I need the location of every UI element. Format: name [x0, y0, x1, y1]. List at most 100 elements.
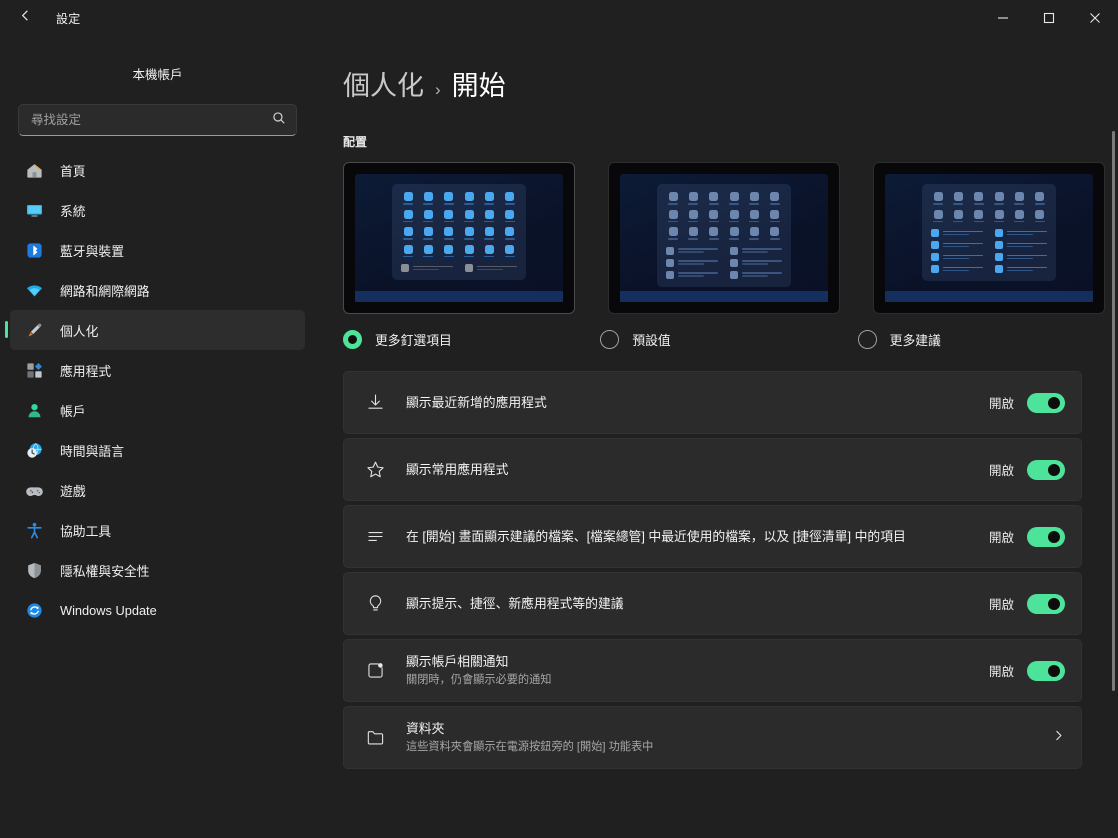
sidebar-item-2[interactable]: 藍牙與裝置: [10, 230, 305, 270]
sidebar: 本機帳戶 首頁系統藍牙與裝置網路和網際網路個人化應用程式帳戶時間與語言遊戲協助工…: [0, 36, 315, 838]
sidebar-item-5[interactable]: 應用程式: [10, 350, 305, 390]
search-input[interactable]: [31, 113, 272, 127]
chevron-right-icon[interactable]: [1052, 729, 1065, 747]
search-box[interactable]: [18, 104, 297, 136]
breadcrumb-parent[interactable]: 個人化: [343, 64, 424, 103]
system-icon: [24, 200, 44, 220]
setting-control: [1052, 729, 1065, 747]
pinned-app-tile: [686, 227, 700, 240]
privacy-icon: [24, 560, 44, 580]
account-section[interactable]: 本機帳戶: [0, 42, 315, 104]
close-button[interactable]: [1072, 0, 1118, 36]
sidebar-item-10[interactable]: 隱私權與安全性: [10, 550, 305, 590]
folder-icon: [364, 727, 386, 748]
setting-text: 資料夾 這些資料夾會顯示在電源按鈕旁的 [開始] 功能表中: [406, 720, 1038, 755]
setting-control: 開啟: [988, 526, 1065, 547]
recommended-item: [730, 246, 782, 255]
pinned-app-tile: [503, 244, 517, 257]
setting-text: 顯示提示、捷徑、新應用程式等的建議: [406, 595, 975, 612]
sidebar-item-label: 遊戲: [60, 483, 86, 499]
radio-label: 更多建議: [889, 333, 941, 348]
setting-row-0[interactable]: 顯示最近新增的應用程式 開啟: [343, 371, 1082, 434]
lightbulb-icon: [364, 593, 386, 614]
sidebar-item-4[interactable]: 個人化: [5, 310, 305, 350]
minimize-button[interactable]: [980, 0, 1026, 36]
recommended-item: [995, 241, 1047, 249]
sidebar-item-7[interactable]: 時間與語言: [10, 430, 305, 470]
sidebar-item-6[interactable]: 帳戶: [10, 390, 305, 430]
pinned-app-tile: [931, 192, 945, 205]
layout-radio-0[interactable]: 更多釘選項目: [343, 330, 567, 349]
setting-row-2[interactable]: 在 [開始] 畫面顯示建議的檔案、[檔案總管] 中最近使用的檔案，以及 [捷徑清…: [343, 505, 1082, 568]
recommended-item: [465, 264, 517, 272]
sidebar-nav-list: 首頁系統 藍牙與裝置 網路和網際網路個人化應用程式 帳戶時間與語言遊戲協助工具 隱私權與…: [0, 150, 315, 838]
scrollbar[interactable]: [1112, 131, 1115, 791]
maximize-button[interactable]: [1026, 0, 1072, 36]
setting-text: 在 [開始] 畫面顯示建議的檔案、[檔案總管] 中最近使用的檔案，以及 [捷徑清…: [406, 528, 975, 545]
recommended-grid: [931, 229, 1047, 273]
pinned-app-tile: [482, 192, 496, 205]
pinned-app-tile: [421, 227, 435, 240]
pinned-app-tile: [747, 209, 761, 222]
recommended-item: [666, 258, 718, 267]
taskbar-preview: [355, 291, 563, 302]
radio-button[interactable]: [343, 330, 362, 349]
pinned-app-tile: [666, 227, 680, 240]
toggle-switch[interactable]: [1027, 593, 1065, 614]
back-button[interactable]: [8, 3, 42, 33]
toggle-switch[interactable]: [1027, 660, 1065, 681]
pinned-app-tile: [442, 244, 456, 257]
sidebar-item-11[interactable]: Windows Update: [10, 590, 305, 630]
layout-radio-1[interactable]: 預設值: [600, 330, 824, 349]
pinned-app-tile: [442, 209, 456, 222]
scrollbar-thumb[interactable]: [1112, 131, 1115, 691]
toggle-switch[interactable]: [1027, 526, 1065, 547]
pinned-app-tile: [727, 209, 741, 222]
pinned-app-tile: [707, 227, 721, 240]
setting-row-1[interactable]: 顯示常用應用程式 開啟: [343, 438, 1082, 501]
setting-row-4[interactable]: 顯示帳戶相關通知 關閉時，仍會顯示必要的通知 開啟: [343, 639, 1082, 702]
sidebar-item-label: 個人化: [60, 323, 99, 339]
window-controls: [980, 0, 1118, 36]
layout-card-0[interactable]: [343, 162, 575, 314]
layout-card-2[interactable]: [873, 162, 1105, 314]
time-language-icon: [24, 440, 44, 460]
sidebar-item-3[interactable]: 網路和網際網路: [10, 270, 305, 310]
window-body: 本機帳戶 首頁系統藍牙與裝置網路和網際網路個人化應用程式帳戶時間與語言遊戲協助工…: [0, 36, 1118, 838]
layout-card-1[interactable]: [608, 162, 840, 314]
setting-title: 顯示常用應用程式: [406, 461, 509, 477]
radio-label: 預設值: [632, 333, 671, 348]
start-menu-panel: [657, 184, 791, 287]
setting-row-5[interactable]: 資料夾 這些資料夾會顯示在電源按鈕旁的 [開始] 功能表中: [343, 706, 1082, 769]
setting-row-3[interactable]: 顯示提示、捷徑、新應用程式等的建議 開啟: [343, 572, 1082, 635]
sidebar-item-label: 首頁: [60, 163, 86, 179]
pinned-app-tile: [972, 209, 986, 222]
apps-icon: [24, 360, 44, 380]
pinned-app-tile: [462, 244, 476, 257]
bluetooth-icon: [24, 240, 44, 260]
toggle-state-label: 開啟: [988, 531, 1014, 545]
recommended-item: [401, 264, 453, 272]
recommended-item: [666, 270, 718, 279]
toggle-state-label: 開啟: [988, 665, 1014, 679]
sidebar-item-8[interactable]: 遊戲: [10, 470, 305, 510]
account-name: 本機帳戶: [132, 67, 183, 82]
setting-subtitle: 這些資料夾會顯示在電源按鈕旁的 [開始] 功能表中: [406, 741, 654, 754]
start-menu-preview: [620, 174, 828, 302]
sidebar-item-label: 時間與語言: [60, 443, 124, 459]
setting-text: 顯示最近新增的應用程式: [406, 394, 975, 411]
radio-button[interactable]: [857, 330, 877, 349]
pinned-app-tile: [401, 227, 415, 240]
sidebar-item-1[interactable]: 系統: [10, 190, 305, 230]
sidebar-item-0[interactable]: 首頁: [10, 150, 305, 190]
start-menu-panel: [392, 184, 526, 280]
pinned-app-tile: [421, 192, 435, 205]
layout-radio-group: 更多釘選項目 預設值 更多建議: [343, 330, 1082, 349]
toggle-switch[interactable]: [1027, 459, 1065, 480]
toggle-switch[interactable]: [1027, 392, 1065, 413]
setting-title: 顯示最近新增的應用程式: [406, 394, 547, 410]
radio-button[interactable]: [600, 330, 620, 349]
sidebar-item-9[interactable]: 協助工具: [10, 510, 305, 550]
layout-radio-2[interactable]: 更多建議: [857, 330, 1082, 349]
pinned-app-tile: [768, 227, 782, 240]
